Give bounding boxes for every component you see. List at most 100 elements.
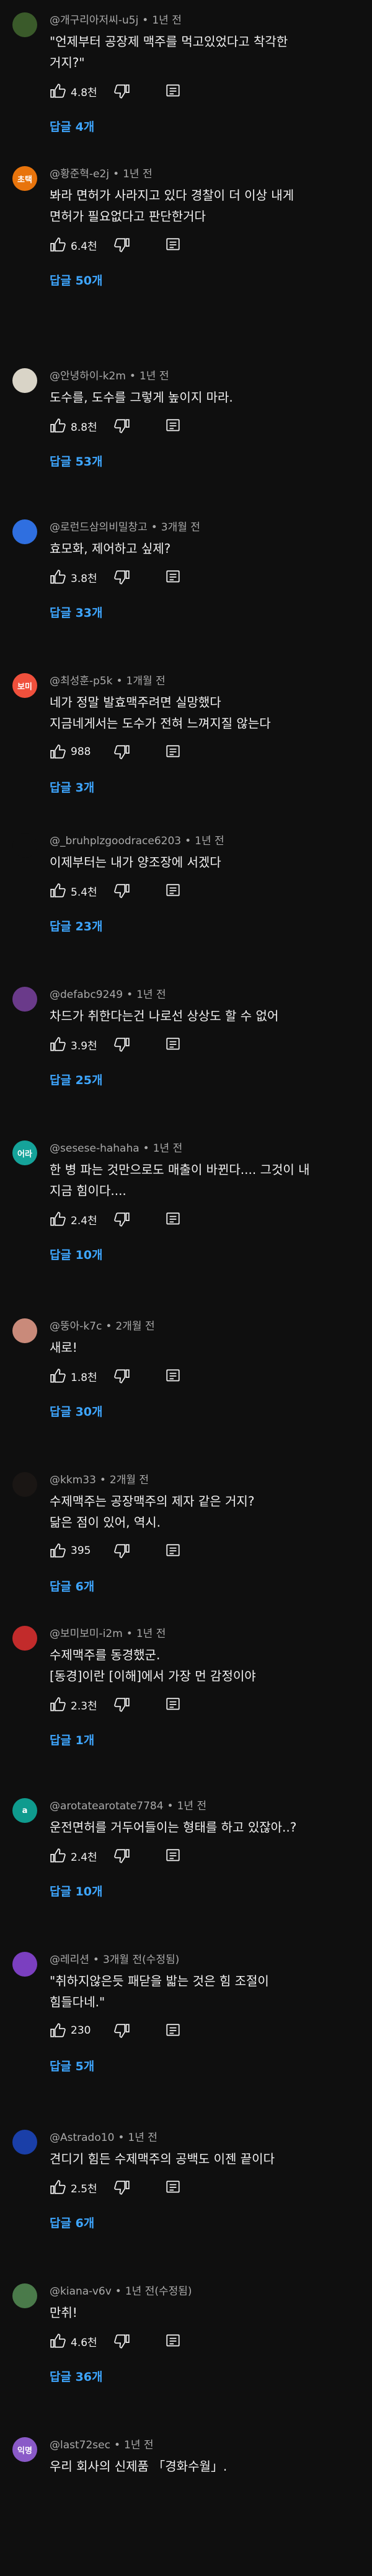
view-replies-button[interactable]: 답글 6개 bbox=[50, 1577, 94, 1594]
avatar[interactable] bbox=[12, 1626, 37, 1651]
comment-time[interactable]: 3개월 전(수정됨) bbox=[103, 1954, 179, 1966]
reply-icon[interactable] bbox=[165, 83, 181, 99]
thumb-up-icon[interactable] bbox=[50, 1848, 66, 1864]
view-replies-button[interactable]: 답글 36개 bbox=[50, 2368, 103, 2384]
view-replies-button[interactable]: 답글 30개 bbox=[50, 1403, 103, 1419]
thumb-down-icon[interactable] bbox=[114, 2179, 130, 2195]
comment-author[interactable]: @defabc9249 bbox=[50, 989, 123, 1001]
avatar[interactable]: 익명 bbox=[12, 2437, 37, 2462]
view-replies-button[interactable]: 답글 50개 bbox=[50, 271, 103, 288]
thumb-up-icon[interactable] bbox=[50, 2333, 66, 2349]
thumb-down-icon[interactable] bbox=[114, 1211, 130, 1227]
comment-author[interactable]: @kiana-v6v bbox=[50, 2285, 112, 2298]
reply-icon[interactable] bbox=[165, 2022, 181, 2039]
avatar[interactable] bbox=[12, 987, 37, 1012]
thumb-up-icon[interactable] bbox=[50, 569, 66, 585]
comment-time[interactable]: 1년 전 bbox=[128, 2132, 157, 2144]
view-replies-button[interactable]: 답글 5개 bbox=[50, 2057, 94, 2074]
thumb-up-icon[interactable] bbox=[50, 237, 66, 253]
comment-author[interactable]: @kkm33 bbox=[50, 1474, 96, 1486]
avatar[interactable]: 어라 bbox=[12, 1140, 37, 1165]
view-replies-button[interactable]: 답글 10개 bbox=[50, 1246, 103, 1263]
thumb-down-icon[interactable] bbox=[114, 1696, 130, 1713]
reply-icon[interactable] bbox=[165, 2333, 181, 2349]
comment-author[interactable]: @_bruhplzgoodrace6203 bbox=[50, 835, 181, 847]
reply-icon[interactable] bbox=[165, 2179, 181, 2195]
thumb-down-icon[interactable] bbox=[114, 1543, 130, 1559]
view-replies-button[interactable]: 답글 1개 bbox=[50, 1731, 94, 1748]
avatar[interactable] bbox=[12, 2283, 37, 2308]
thumb-up-icon[interactable] bbox=[50, 1368, 66, 1384]
view-replies-button[interactable]: 답글 23개 bbox=[50, 917, 103, 934]
view-replies-button[interactable]: 답글 10개 bbox=[50, 1882, 103, 1899]
comment-time[interactable]: 2개월 전 bbox=[110, 1474, 149, 1486]
comment-author[interactable]: @Astrado10 bbox=[50, 2132, 114, 2144]
comment-time[interactable]: 2개월 전 bbox=[115, 1320, 154, 1333]
view-replies-button[interactable]: 답글 4개 bbox=[50, 118, 94, 135]
thumb-down-icon[interactable] bbox=[114, 1848, 130, 1864]
reply-icon[interactable] bbox=[165, 418, 181, 434]
thumb-up-icon[interactable] bbox=[50, 1036, 66, 1052]
thumb-down-icon[interactable] bbox=[114, 883, 130, 899]
thumb-down-icon[interactable] bbox=[114, 744, 130, 760]
thumb-up-icon[interactable] bbox=[50, 744, 66, 760]
thumb-up-icon[interactable] bbox=[50, 83, 66, 99]
reply-icon[interactable] bbox=[165, 1036, 181, 1052]
view-replies-button[interactable]: 답글 3개 bbox=[50, 779, 94, 795]
avatar[interactable] bbox=[12, 519, 37, 544]
comment-author[interactable]: @최성훈-p5k bbox=[50, 675, 113, 687]
comment-time[interactable]: 1년 전 bbox=[123, 168, 153, 180]
reply-icon[interactable] bbox=[165, 1368, 181, 1384]
reply-icon[interactable] bbox=[165, 569, 181, 585]
comment-author[interactable]: @뚱아-k7c bbox=[50, 1320, 102, 1333]
avatar[interactable] bbox=[12, 2130, 37, 2155]
thumb-down-icon[interactable] bbox=[114, 237, 130, 253]
view-replies-button[interactable]: 답글 33개 bbox=[50, 604, 103, 620]
thumb-up-icon[interactable] bbox=[50, 1211, 66, 1227]
comment-author[interactable]: @로런드삼의비밀창고 bbox=[50, 521, 148, 534]
thumb-up-icon[interactable] bbox=[50, 2022, 66, 2039]
thumb-up-icon[interactable] bbox=[50, 418, 66, 434]
thumb-up-icon[interactable] bbox=[50, 1696, 66, 1713]
avatar[interactable] bbox=[12, 368, 37, 393]
avatar[interactable] bbox=[12, 1472, 37, 1497]
comment-author[interactable]: @sesese-hahaha bbox=[50, 1142, 140, 1155]
view-replies-button[interactable]: 답글 6개 bbox=[50, 2214, 94, 2231]
thumb-down-icon[interactable] bbox=[114, 1368, 130, 1384]
avatar[interactable]: 초택 bbox=[12, 166, 37, 191]
thumb-down-icon[interactable] bbox=[114, 2022, 130, 2039]
reply-icon[interactable] bbox=[165, 744, 181, 760]
view-replies-button[interactable]: 답글 25개 bbox=[50, 1071, 103, 1088]
avatar[interactable] bbox=[12, 12, 37, 37]
reply-icon[interactable] bbox=[165, 1211, 181, 1227]
reply-icon[interactable] bbox=[165, 1543, 181, 1559]
thumb-down-icon[interactable] bbox=[114, 2333, 130, 2349]
view-replies-button[interactable]: 답글 53개 bbox=[50, 452, 103, 469]
avatar[interactable]: 보미 bbox=[12, 673, 37, 698]
comment-time[interactable]: 3개월 전 bbox=[161, 521, 200, 534]
comment-author[interactable]: @개구리아저씨-u5j bbox=[50, 14, 138, 27]
comment-author[interactable]: @보미보미-i2m bbox=[50, 1628, 123, 1640]
comment-author[interactable]: @arotatearotate7784 bbox=[50, 1800, 164, 1812]
thumb-down-icon[interactable] bbox=[114, 418, 130, 434]
comment-author[interactable]: @안녕하이-k2m bbox=[50, 370, 126, 382]
thumb-down-icon[interactable] bbox=[114, 83, 130, 99]
comment-author[interactable]: @황준혁-e2j bbox=[50, 168, 109, 180]
reply-icon[interactable] bbox=[165, 1696, 181, 1713]
avatar[interactable] bbox=[12, 1318, 37, 1343]
comment-time[interactable]: 1년 전 bbox=[140, 370, 169, 382]
comment-time[interactable]: 1년 전 bbox=[136, 989, 166, 1001]
thumb-up-icon[interactable] bbox=[50, 1543, 66, 1559]
comment-time[interactable]: 1년 전 bbox=[124, 2439, 154, 2451]
comment-time[interactable]: 1년 전 bbox=[195, 835, 224, 847]
reply-icon[interactable] bbox=[165, 237, 181, 253]
comment-time[interactable]: 1개월 전 bbox=[126, 675, 166, 687]
thumb-up-icon[interactable] bbox=[50, 2179, 66, 2195]
thumb-down-icon[interactable] bbox=[114, 1036, 130, 1052]
avatar[interactable]: a bbox=[12, 1798, 37, 1823]
thumb-up-icon[interactable] bbox=[50, 883, 66, 899]
reply-icon[interactable] bbox=[165, 1848, 181, 1864]
comment-time[interactable]: 1년 전 bbox=[136, 1628, 166, 1640]
comment-time[interactable]: 1년 전(수정됨) bbox=[125, 2285, 192, 2298]
comment-time[interactable]: 1년 전 bbox=[152, 14, 182, 27]
